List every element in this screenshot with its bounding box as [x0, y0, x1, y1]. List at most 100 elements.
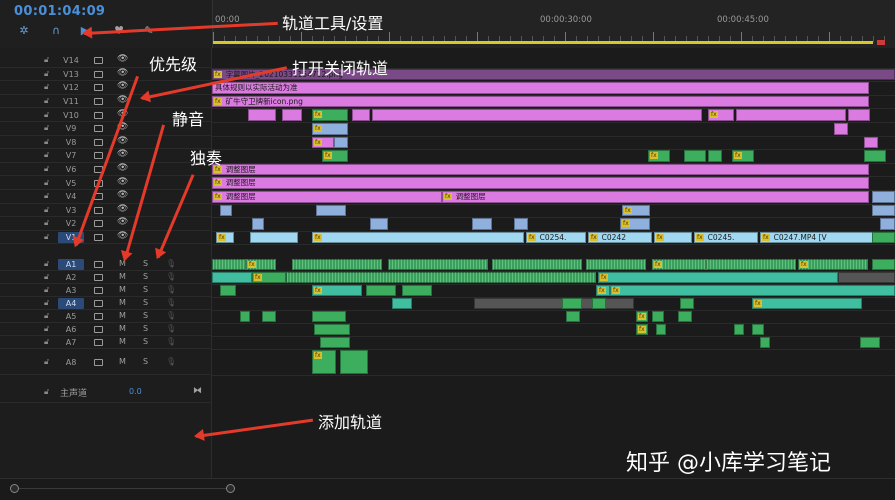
track-target-label[interactable]: A8: [58, 357, 84, 368]
microphone-icon[interactable]: 🎙︎: [166, 311, 176, 320]
clip-v1[interactable]: [872, 231, 895, 244]
eye-icon[interactable]: 👁︎: [117, 163, 128, 173]
track-header-a7[interactable]: 🔓︎ A7 M S 🎙︎: [0, 336, 212, 349]
playhead-timecode[interactable]: 00:01:04:09: [14, 4, 105, 19]
clip-a5[interactable]: [312, 311, 346, 322]
track-target-label[interactable]: V12: [58, 82, 84, 93]
eye-icon[interactable]: 👁︎: [117, 54, 128, 64]
eye-icon[interactable]: 👁︎: [117, 204, 128, 214]
magnet-icon[interactable]: ∩: [49, 24, 63, 38]
track-target-label[interactable]: V4: [58, 191, 84, 202]
clip-a3[interactable]: fx: [596, 285, 610, 296]
clip-v7[interactable]: fx: [648, 150, 670, 162]
track-target-label[interactable]: V14: [58, 55, 84, 66]
clip-v10[interactable]: [848, 109, 870, 121]
clip-a1[interactable]: [388, 259, 488, 270]
clip-a5[interactable]: [240, 311, 250, 322]
clip-v8[interactable]: [334, 136, 348, 149]
sync-lock-icon[interactable]: [94, 98, 103, 106]
clip-a6[interactable]: [752, 324, 764, 335]
track-target-label[interactable]: A2: [58, 272, 84, 283]
clip-v1[interactable]: fx C0245.: [694, 231, 758, 244]
sync-lock-icon[interactable]: [94, 326, 103, 333]
sync-lock-icon[interactable]: [94, 111, 103, 119]
solo-button[interactable]: S: [143, 272, 148, 281]
track-target-label[interactable]: A1: [58, 259, 84, 270]
lock-icon[interactable]: 🔓︎: [44, 311, 49, 321]
sync-lock-icon[interactable]: [94, 234, 103, 242]
clip-a1[interactable]: [292, 259, 382, 270]
track-target-label[interactable]: A6: [58, 324, 84, 335]
lock-icon[interactable]: 🔓︎: [44, 150, 49, 160]
lock-icon[interactable]: 🔓︎: [44, 137, 49, 147]
clip-v4[interactable]: [872, 191, 895, 203]
lock-icon[interactable]: 🔓︎: [44, 285, 49, 295]
clip-v6[interactable]: fx 调整图层: [212, 163, 869, 176]
clip-a4[interactable]: [392, 298, 412, 309]
clip-a4[interactable]: [592, 298, 606, 309]
clip-v1[interactable]: fx: [312, 231, 524, 244]
snap-icon[interactable]: ✲: [17, 24, 31, 38]
microphone-icon[interactable]: 🎙︎: [166, 324, 176, 333]
track-header-a6[interactable]: 🔓︎ A6 M S 🎙︎: [0, 323, 212, 336]
work-area-end-marker[interactable]: [877, 40, 885, 45]
clip-a1[interactable]: [872, 259, 895, 270]
track-target-label[interactable]: V11: [58, 96, 84, 107]
sync-lock-icon[interactable]: [94, 300, 103, 307]
work-area-bar[interactable]: [213, 41, 873, 44]
clip-v10[interactable]: [372, 109, 702, 121]
track-header-a1[interactable]: 🔓︎ A1 M S 🎙︎: [0, 258, 212, 271]
microphone-icon[interactable]: 🎙︎: [166, 259, 176, 268]
clip-a6[interactable]: fx: [636, 324, 648, 335]
sync-lock-icon[interactable]: [94, 152, 103, 160]
clip-a2[interactable]: [212, 272, 252, 283]
clip-a5[interactable]: [678, 311, 692, 322]
clip-a5[interactable]: [262, 311, 276, 322]
clip-v2[interactable]: [252, 218, 264, 230]
clip-a5[interactable]: [566, 311, 580, 322]
lock-icon[interactable]: 🔓︎: [44, 357, 49, 367]
eye-icon[interactable]: 👁︎: [117, 81, 128, 91]
zoom-scroll-track[interactable]: [18, 488, 230, 489]
solo-button[interactable]: S: [143, 324, 148, 333]
clip-v3[interactable]: [220, 204, 232, 217]
lock-icon[interactable]: 🔓︎: [44, 55, 49, 65]
clip-v10[interactable]: fx: [708, 109, 734, 121]
clip-a5[interactable]: fx: [636, 311, 648, 322]
clip-v7[interactable]: [684, 150, 706, 162]
clip-v1[interactable]: [250, 231, 298, 244]
track-target-label[interactable]: A3: [58, 285, 84, 296]
eye-icon[interactable]: 👁︎: [117, 177, 128, 187]
clip-v2[interactable]: [472, 218, 492, 230]
clip-v10[interactable]: [282, 109, 302, 121]
track-header-a5[interactable]: 🔓︎ A5 M S 🎙︎: [0, 310, 212, 323]
mute-button[interactable]: M: [119, 337, 126, 346]
lock-icon[interactable]: 🔓︎: [44, 259, 49, 269]
track-header-a4[interactable]: 🔓︎ A4 M S 🎙︎: [0, 297, 212, 310]
clip-a4[interactable]: [474, 298, 634, 309]
mute-button[interactable]: M: [119, 324, 126, 333]
solo-button[interactable]: S: [143, 298, 148, 307]
clip-a1[interactable]: fx: [652, 259, 706, 270]
lock-icon[interactable]: 🔓︎: [44, 96, 49, 106]
track-target-label[interactable]: V5: [58, 178, 84, 189]
clip-v10[interactable]: [248, 109, 276, 121]
sync-lock-icon[interactable]: [94, 70, 103, 78]
lock-icon[interactable]: 🔓︎: [44, 69, 49, 79]
clip-a1[interactable]: [706, 259, 796, 270]
clip-v10[interactable]: [736, 109, 846, 121]
clip-v2[interactable]: [880, 218, 895, 230]
microphone-icon[interactable]: 🎙︎: [166, 272, 176, 281]
lock-icon[interactable]: 🔓︎: [44, 218, 49, 228]
clip-v3[interactable]: fx: [622, 204, 650, 217]
clip-a1[interactable]: fx: [246, 259, 276, 270]
solo-button[interactable]: S: [143, 259, 148, 268]
clip-a2[interactable]: [286, 272, 596, 283]
mute-button[interactable]: M: [119, 285, 126, 294]
lock-icon[interactable]: 🔓︎: [44, 191, 49, 201]
sync-lock-icon[interactable]: [94, 339, 103, 346]
clip-a6[interactable]: [314, 324, 350, 335]
clip-a4[interactable]: [680, 298, 694, 309]
clip-v10[interactable]: [352, 109, 370, 121]
microphone-icon[interactable]: 🎙︎: [166, 298, 176, 307]
